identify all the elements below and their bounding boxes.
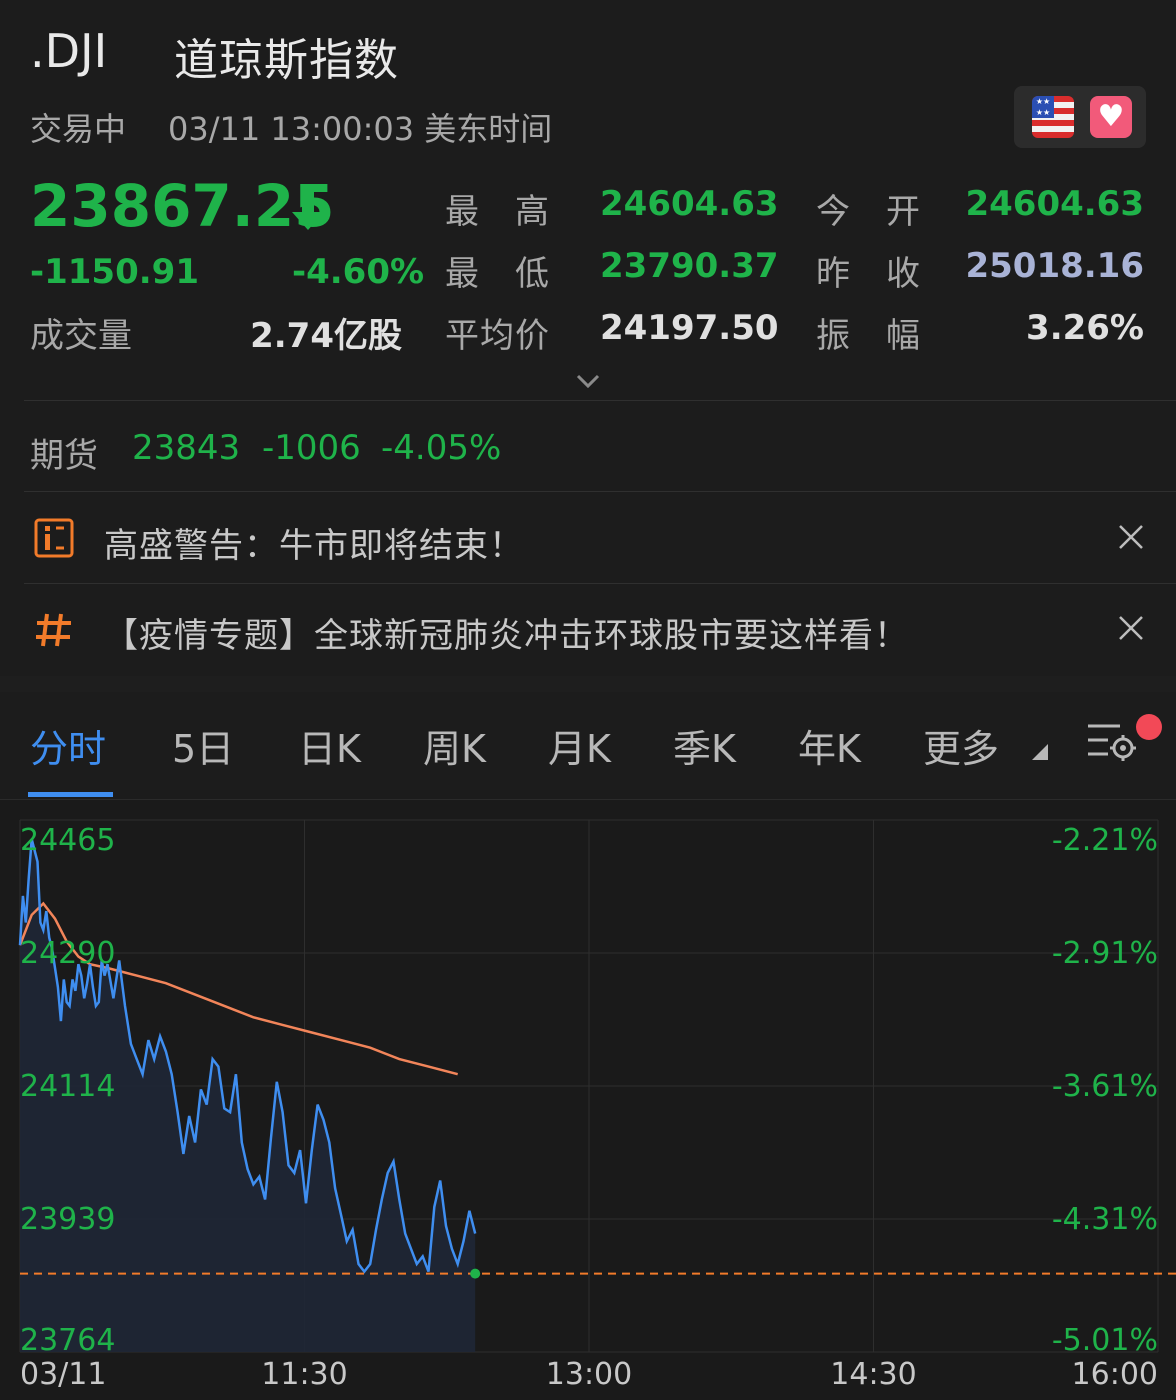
divider <box>24 583 1176 584</box>
tab-daily-k[interactable]: 日K <box>298 718 361 773</box>
y-tick-right: -2.21% <box>1052 823 1158 858</box>
x-tick: 16:00 <box>1072 1357 1158 1392</box>
divider <box>24 400 1176 401</box>
stat-value-low: 23790.37 <box>600 246 779 286</box>
header-actions: ★★ ★★ ♥ <box>1014 86 1146 148</box>
stat-value-prev-close: 25018.16 <box>965 246 1144 286</box>
volume-label: 成交量 <box>30 316 132 356</box>
futures-change: -1006 <box>262 428 361 468</box>
stat-label-high: 最 高 <box>445 192 550 232</box>
stat-label-open: 今 开 <box>816 192 921 232</box>
dropdown-triangle-icon <box>1032 744 1048 760</box>
close-icon[interactable] <box>1118 524 1144 550</box>
favorite-heart-icon[interactable]: ♥ <box>1090 96 1132 138</box>
y-tick-left: 24290 <box>20 936 115 971</box>
chart-period-tabs: 分时 5日 日K 周K 月K 季K 年K 更多 <box>0 692 1176 800</box>
divider <box>24 491 1176 492</box>
stat-label-low: 最 低 <box>445 254 550 294</box>
quote-timestamp: 03/11 13:00:03 美东时间 <box>168 110 553 148</box>
tab-quarterly-k[interactable]: 季K <box>673 718 736 773</box>
x-tick: 13:00 <box>546 1357 632 1392</box>
stat-value-amplitude: 3.26% <box>1026 308 1144 348</box>
trading-status: 交易中 <box>30 110 127 148</box>
x-tick: 11:30 <box>261 1357 347 1392</box>
info-icon <box>34 518 74 558</box>
futures-price[interactable]: 23843 <box>132 428 240 468</box>
tab-yearly-k[interactable]: 年K <box>798 718 861 773</box>
stat-value-high: 24604.63 <box>600 184 779 224</box>
ticker-symbol: .DJI <box>30 24 108 78</box>
close-icon[interactable] <box>1118 615 1144 641</box>
quote-header: .DJI 道琼斯指数 交易中 03/11 13:00:03 美东时间 ★★ ★★ … <box>0 0 1176 676</box>
intraday-chart-svg: 24465 -2.21% 24290 -2.91% 24114 -3.61% 23939 -4… <box>18 819 1176 1392</box>
hashtag-icon <box>36 613 71 647</box>
chevron-down-icon[interactable] <box>574 370 602 392</box>
index-name: 道琼斯指数 <box>174 35 399 86</box>
y-tick-left: 24465 <box>20 823 115 858</box>
stat-value-open: 24604.63 <box>965 184 1144 224</box>
y-tick-left: 23939 <box>20 1202 115 1237</box>
active-tab-indicator <box>28 792 113 797</box>
notice-goldman[interactable]: 高盛警告：牛市即将结束！ <box>104 518 524 567</box>
notice-covid-topic[interactable]: 【疫情专题】全球新冠肺炎冲击环球股市要这样看！ <box>104 608 909 657</box>
volume-value: 2.74亿股 <box>250 316 402 356</box>
tab-5-day[interactable]: 5日 <box>172 718 234 773</box>
stat-label-amplitude: 振 幅 <box>816 316 921 356</box>
chart-settings-icon[interactable] <box>1086 718 1138 764</box>
stat-label-avg: 平均价 <box>445 316 550 356</box>
down-arrow-icon <box>292 190 324 230</box>
y-tick-right: -5.01% <box>1052 1323 1158 1358</box>
intraday-chart[interactable]: 24465 -2.21% 24290 -2.91% 24114 -3.61% 23939 -4… <box>0 800 1176 1400</box>
y-tick-left: 23764 <box>20 1323 115 1358</box>
tab-intraday[interactable]: 分时 <box>30 718 106 773</box>
x-tick: 03/11 <box>20 1357 106 1392</box>
stat-value-avg: 24197.50 <box>600 308 779 348</box>
y-tick-right: -4.31% <box>1052 1202 1158 1237</box>
tab-monthly-k[interactable]: 月K <box>548 718 611 773</box>
tab-weekly-k[interactable]: 周K <box>423 718 486 773</box>
price-change: -1150.91 <box>30 252 199 292</box>
tab-more[interactable]: 更多 <box>923 718 999 773</box>
x-tick: 14:30 <box>830 1357 916 1392</box>
futures-change-percent: -4.05% <box>381 428 502 468</box>
y-tick-right: -3.61% <box>1052 1069 1158 1104</box>
futures-label: 期货 <box>30 436 98 476</box>
y-tick-right: -2.91% <box>1052 936 1158 971</box>
last-price-dot <box>470 1268 481 1279</box>
us-flag-icon[interactable]: ★★ ★★ <box>1032 96 1074 138</box>
stat-label-prev-close: 昨 收 <box>816 254 921 294</box>
notification-dot <box>1136 714 1162 740</box>
last-price: 23867.25 <box>30 172 335 240</box>
y-tick-left: 24114 <box>20 1069 115 1104</box>
price-change-percent: -4.60% <box>292 252 425 292</box>
